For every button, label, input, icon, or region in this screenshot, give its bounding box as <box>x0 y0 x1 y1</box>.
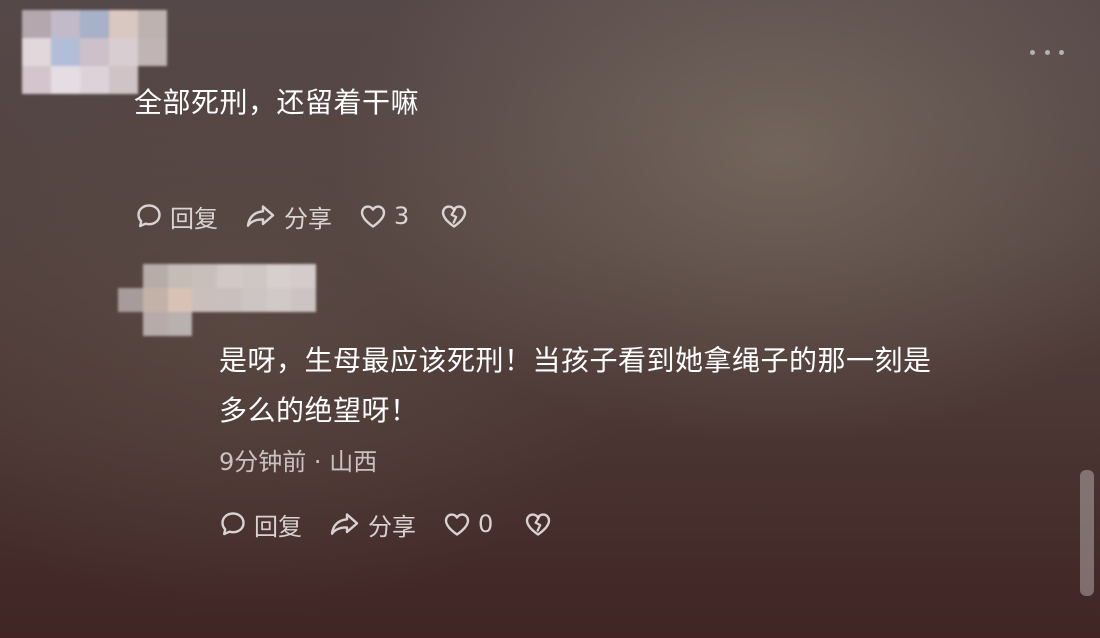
avatar-pixel <box>192 264 217 288</box>
top-like-button[interactable]: 3 <box>358 201 409 231</box>
reply-like-button[interactable]: 0 <box>442 509 493 539</box>
avatar-pixel <box>118 288 143 312</box>
reply-comment-text: 是呀，生母最应该死刑！当孩子看到她拿绳子的那一刻是 多么的绝望呀！ <box>219 336 1079 436</box>
avatar-pixel <box>291 312 316 336</box>
reply-label: 回复 <box>170 204 218 233</box>
reply-comment-line: 多么的绝望呀！ <box>219 394 419 427</box>
avatar-pixel <box>167 38 196 66</box>
top-comment-action-bar: 回复 分享 3 <box>134 196 469 236</box>
reply-label: 回复 <box>254 512 302 541</box>
heart-outline-icon <box>360 205 386 228</box>
more-options-icon[interactable] <box>1030 42 1064 62</box>
like-count: 3 <box>394 202 410 230</box>
scrollbar-thumb[interactable] <box>1080 470 1094 596</box>
top-reply-button[interactable]: 回复 <box>134 199 218 234</box>
reply-location: 山西 <box>329 448 378 476</box>
avatar-pixel <box>167 10 196 38</box>
avatar-pixel <box>138 10 167 38</box>
avatar-pixel <box>217 288 242 312</box>
reply-comment-action-bar: 回复 分享 0 <box>218 504 553 544</box>
avatar-pixel <box>22 38 51 66</box>
avatar-pixel <box>241 288 267 312</box>
avatar-pixel <box>217 312 242 336</box>
avatar-pixel <box>142 288 168 312</box>
avatar-pixel <box>142 264 168 288</box>
avatar-pixel <box>109 10 138 38</box>
avatar-pixel <box>266 288 292 312</box>
broken-heart-icon <box>442 205 467 228</box>
reply-comment-line: 是呀，生母最应该死刑！当孩子看到她拿绳子的那一刻是 <box>219 344 932 377</box>
more-dot <box>1044 49 1050 55</box>
avatar-pixel <box>217 264 242 288</box>
avatar-pixel <box>22 66 51 94</box>
top-share-button[interactable]: 分享 <box>244 199 332 234</box>
avatar-pixel <box>118 312 143 336</box>
avatar-pixel <box>22 10 51 38</box>
avatar-pixel <box>167 312 193 336</box>
share-arrow-icon <box>246 205 275 227</box>
avatar-pixel <box>167 264 193 288</box>
avatar-pixel <box>291 288 316 312</box>
avatar-pixel <box>192 288 217 312</box>
avatar-pixel <box>241 264 267 288</box>
reply-time: 9分钟前 <box>219 448 307 476</box>
share-label: 分享 <box>284 204 332 233</box>
avatar-pixel <box>138 38 167 66</box>
top-comment-text: 全部死刑，还留着干嘛 <box>134 86 420 119</box>
avatar-pixel <box>192 312 217 336</box>
reply-dislike-button[interactable] <box>523 509 553 539</box>
reply-share-button[interactable]: 分享 <box>328 507 416 542</box>
avatar-pixel <box>80 38 109 66</box>
avatar-pixel <box>51 38 80 66</box>
avatar-pixel <box>80 10 109 38</box>
avatar-pixel <box>291 264 316 288</box>
avatar-pixel <box>266 264 292 288</box>
meta-separator: · <box>313 448 322 476</box>
reply-meta: 9分钟前 · 山西 <box>219 444 377 480</box>
avatar-pixel <box>242 312 267 336</box>
avatar-pixel <box>51 10 80 38</box>
reply-reply-button[interactable]: 回复 <box>218 507 302 542</box>
avatar-pixel <box>118 264 143 288</box>
broken-heart-icon <box>526 513 551 536</box>
speech-bubble-icon <box>221 512 245 536</box>
heart-outline-icon <box>444 513 470 536</box>
speech-bubble-icon <box>137 204 161 228</box>
reply-commenter-avatar[interactable] <box>118 264 316 336</box>
top-dislike-button[interactable] <box>439 201 469 231</box>
share-label: 分享 <box>368 512 416 541</box>
more-dot <box>1030 49 1035 55</box>
avatar-pixel <box>142 312 168 336</box>
like-count: 0 <box>478 510 494 538</box>
avatar-pixel <box>80 66 109 94</box>
avatar-pixel <box>51 66 80 94</box>
avatar-pixel <box>167 288 193 312</box>
more-dot <box>1059 49 1064 55</box>
share-arrow-icon <box>330 513 359 535</box>
avatar-pixel <box>109 38 138 66</box>
avatar-pixel <box>267 312 292 336</box>
